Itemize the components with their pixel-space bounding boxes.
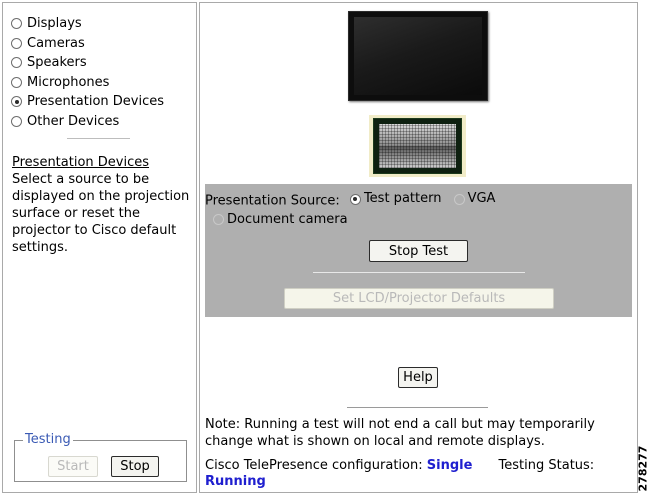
projector-frame [373, 118, 462, 174]
bottom-divider [347, 407, 488, 408]
help-body: Select a source to be displayed on the p… [12, 172, 190, 255]
device-label: Other Devices [27, 113, 120, 129]
stop-button[interactable]: Stop [111, 456, 159, 477]
radio-icon[interactable] [453, 193, 465, 205]
radio-icon[interactable] [11, 37, 22, 49]
device-label: Displays [27, 16, 82, 32]
status-line: Cisco TelePresence configuration: Single… [205, 458, 625, 490]
stop-test-button[interactable]: Stop Test [369, 240, 468, 262]
testing-group: Testing Start Stop [14, 432, 187, 482]
source-label: Document camera [227, 211, 348, 227]
left-panel: Displays Cameras Speakers Microphones Pr… [2, 2, 197, 493]
config-label: Cisco TelePresence configuration: [205, 458, 423, 473]
sidebar-divider [67, 138, 130, 139]
figure-id: 278277 [636, 440, 650, 500]
panel-divider [313, 272, 525, 273]
device-radio-other-devices[interactable]: Other Devices [11, 112, 164, 132]
help-button[interactable]: Help [398, 367, 438, 388]
presentation-source-row: Presentation Source: Test pattern VGA Do… [205, 190, 632, 231]
help-title: Presentation Devices [12, 155, 150, 170]
radio-icon[interactable] [11, 57, 22, 69]
sidebar-help: Presentation Devices Select a source to … [12, 154, 192, 256]
note-text: Note: Running a test will not end a call… [205, 417, 595, 449]
device-radio-displays[interactable]: Displays [11, 14, 164, 34]
monitor-screen [354, 17, 482, 95]
radio-icon[interactable] [213, 214, 224, 225]
projector-test-pattern-image [369, 115, 466, 177]
figure-id-text: 278277 [636, 445, 650, 492]
presentation-source-label: Presentation Source: [205, 193, 340, 209]
device-radio-cameras[interactable]: Cameras [11, 34, 164, 54]
radio-icon[interactable] [11, 115, 22, 127]
radio-icon[interactable] [11, 76, 22, 88]
radio-icon[interactable] [11, 18, 22, 30]
device-label: Presentation Devices [27, 94, 165, 110]
testing-legend: Testing [23, 432, 73, 447]
device-radio-microphones[interactable]: Microphones [11, 73, 164, 93]
device-label: Microphones [27, 74, 110, 90]
radio-icon-checked[interactable] [11, 96, 22, 108]
radio-icon-checked[interactable] [349, 193, 361, 205]
source-vga[interactable]: VGA [453, 190, 496, 208]
testing-status-value: Running [205, 474, 266, 489]
start-button[interactable]: Start [48, 456, 98, 477]
testing-status-label: Testing Status: [498, 458, 595, 473]
main-panel: Presentation Source: Test pattern VGA Do… [199, 2, 638, 493]
presentation-controls: Presentation Source: Test pattern VGA Do… [205, 184, 632, 317]
source-test-pattern[interactable]: Test pattern [349, 190, 442, 208]
device-label: Cameras [27, 35, 85, 51]
test-pattern-graphic [379, 124, 456, 168]
device-label: Speakers [27, 55, 87, 71]
source-label: VGA [467, 191, 496, 206]
source-label: Test pattern [363, 191, 442, 206]
set-defaults-button[interactable]: Set LCD/Projector Defaults [284, 288, 554, 309]
device-radio-speakers[interactable]: Speakers [11, 53, 164, 73]
config-value: Single [426, 458, 473, 473]
device-radio-presentation-devices[interactable]: Presentation Devices [11, 92, 164, 112]
display-monitor-image [348, 11, 488, 101]
source-document-camera[interactable]: Document camera [213, 211, 348, 229]
device-list: Displays Cameras Speakers Microphones Pr… [11, 14, 164, 131]
